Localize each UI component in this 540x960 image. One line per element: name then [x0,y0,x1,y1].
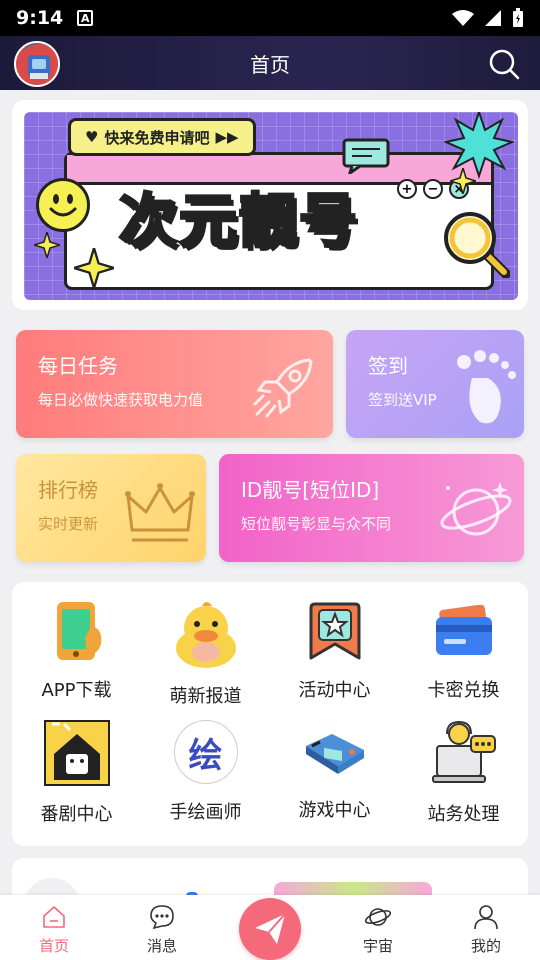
magnifier-icon [444,212,510,278]
status-time: 9:14 [16,7,64,29]
house-oh-icon [43,720,111,786]
phone-icon [43,600,111,662]
plus-icon: + [397,179,417,199]
crown-icon [125,483,195,542]
nav-label-home: 首页 [38,937,69,955]
banner-pill-text: 快来免费申请吧 [104,128,210,147]
grid-label: 游戏中心 [298,800,371,821]
sparkle-icon [450,168,476,194]
page-title: 首页 [250,52,290,77]
chat-bubble-icon [342,138,390,174]
star-bookmark-icon [301,600,369,662]
smiley-icon [36,178,90,232]
battery-icon [513,8,523,27]
footprint-icon [457,350,516,424]
sparkle-icon [74,248,114,288]
signal-icon [485,10,501,26]
planet-icon [364,908,392,926]
notification-icon: A [77,10,94,26]
grid-item-card-redeem[interactable]: 卡密兑换 [399,582,528,702]
banner[interactable]: + − × ♥ 快来免费申请吧 ▶▶ 次元靓号 [24,112,518,300]
id-number-tile[interactable]: ID靓号[短位ID] 短位靓号彰显与众不同 [219,454,524,562]
banner-title: 次元靓号 [117,186,360,257]
grid-label: 手绘画师 [169,802,242,823]
grid-item-app-download[interactable]: APP下载 [12,582,141,702]
grid-item-site-affairs[interactable]: 站务处理 [399,702,528,825]
rocket-icon [253,358,313,418]
grid-label: 番剧中心 [40,804,113,825]
nav-label-messages: 消息 [146,937,177,955]
publish-button[interactable] [239,898,301,960]
grid-item-newbie-report[interactable]: 萌新报道 [141,582,270,707]
nav-label-profile: 我的 [470,937,501,955]
nav-item-home[interactable]: 首页 [0,895,108,960]
banner-card: + − × ♥ 快来免费申请吧 ▶▶ 次元靓号 [12,100,528,310]
chat-icon [150,905,174,930]
home-icon [43,906,65,928]
feature-grid: APP下载 萌新报道 活动中心 卡密兑换 番剧中心 绘 手绘画师 游戏中心 站务… [12,582,528,846]
grid-label: 站务处理 [427,804,500,825]
card-wallet-icon [430,600,498,662]
app-header: 首页 [0,36,540,90]
nav-item-universe[interactable]: 宇宙 [324,895,432,960]
paint-logo-icon: 绘 [172,720,240,784]
nav-item-messages[interactable]: 消息 [108,895,216,960]
wifi-icon [452,10,474,26]
user-icon [474,905,498,930]
grid-item-anime-center[interactable]: 番剧中心 [12,702,141,825]
grid-label: 活动中心 [298,680,371,701]
fast-forward-icon: ▶▶ [215,128,239,146]
avatar[interactable] [14,41,60,87]
status-bar: 9:14 A [0,0,540,36]
sparkle-icon [34,232,60,258]
heart-icon: ♥ [85,128,99,146]
avatar-image [17,44,58,85]
paint-logo-char: 绘 [188,735,223,776]
daily-task-tile[interactable]: 每日任务 每日必做快速获取电力值 [16,330,333,438]
nav-label-universe: 宇宙 [362,937,393,955]
grid-label: APP下载 [41,680,112,701]
support-laptop-icon [430,720,498,786]
banner-pill: ♥ 快来免费申请吧 ▶▶ [68,118,256,156]
ranking-tile[interactable]: 排行榜 实时更新 [16,454,206,562]
grid-label: 卡密兑换 [427,680,500,701]
paint-logo-circle: 绘 [173,720,238,784]
signin-tile[interactable]: 签到 签到送VIP [346,330,524,438]
grid-item-game-center[interactable]: 游戏中心 [270,702,399,822]
duck-mascot-icon [172,600,240,668]
planet-icon [440,482,512,536]
game-console-icon [301,720,369,782]
paper-plane-icon [255,913,286,944]
grid-item-hand-painter[interactable]: 绘 手绘画师 [141,702,270,823]
minus-icon: − [423,179,443,199]
grid-item-activity-center[interactable]: 活动中心 [270,582,399,702]
search-icon[interactable] [488,48,520,80]
nav-item-profile[interactable]: 我的 [432,895,540,960]
